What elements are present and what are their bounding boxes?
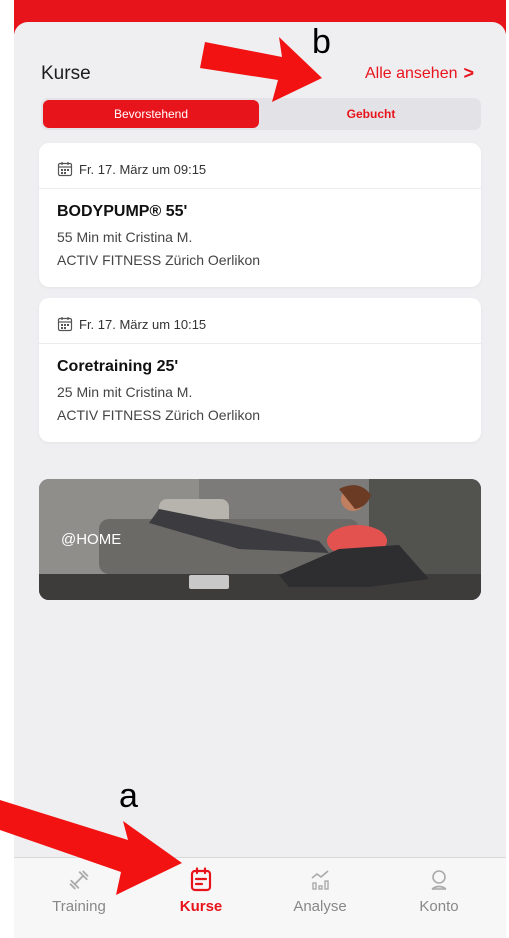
course-duration-trainer: 55 Min mit Cristina M. (57, 229, 193, 245)
see-all-link[interactable]: Alle ansehen > (365, 63, 474, 84)
course-card[interactable]: Fr. 17. März um 09:15 BODYPUMP® 55' 55 M… (39, 143, 481, 287)
course-location: ACTIV FITNESS Zürich Oerlikon (57, 407, 261, 423)
course-card[interactable]: Fr. 17. März um 10:15 Coretraining 25' 2… (39, 298, 481, 442)
section-title: Kurse (41, 63, 91, 84)
tab-label: Konto (419, 898, 459, 915)
course-date-row: Fr. 17. März um 10:15 (57, 316, 206, 332)
tab-bar: Training Kurse Analyse Konto (14, 857, 506, 938)
calendar-icon (57, 162, 73, 177)
course-date: Fr. 17. März um 09:15 (79, 161, 207, 177)
tab-konto[interactable]: Konto (389, 866, 489, 915)
tab-training[interactable]: Training (29, 866, 129, 915)
tab-analyse[interactable]: Analyse (270, 866, 370, 915)
segment-bevorstehend[interactable]: Bevorstehend (43, 100, 259, 128)
app-screen: Kurse Alle ansehen > Bevorstehend Gebuch… (14, 0, 506, 938)
divider (39, 188, 481, 189)
chevron-right-icon: > (463, 63, 474, 83)
course-location: ACTIV FITNESS Zürich Oerlikon (57, 252, 261, 268)
course-date: Fr. 17. März um 10:15 (79, 316, 207, 332)
annotation-letter-a: a (119, 777, 138, 815)
course-duration-trainer: 25 Min mit Cristina M. (57, 384, 193, 400)
calendar-icon (57, 317, 73, 332)
see-all-label: Alle ansehen (364, 64, 458, 82)
tab-kurse[interactable]: Kurse (151, 866, 251, 915)
calendar-icon (190, 867, 212, 892)
divider (39, 343, 481, 344)
home-banner[interactable]: @HOME (39, 479, 481, 600)
segmented-control: Bevorstehend Gebucht (41, 98, 481, 130)
chart-icon (311, 870, 329, 890)
course-title: Coretraining 25' (57, 358, 179, 375)
tab-label: Training (52, 898, 106, 915)
segment-gebucht[interactable]: Gebucht (263, 100, 479, 128)
dumbbell-icon (69, 870, 89, 890)
banner-label: @HOME (61, 531, 122, 548)
course-date-row: Fr. 17. März um 09:15 (57, 161, 206, 177)
tab-label: Analyse (293, 898, 347, 915)
course-title: BODYPUMP® 55' (57, 203, 188, 220)
tab-label: Kurse (179, 898, 223, 915)
annotation-letter-b: b (312, 23, 331, 61)
user-icon (431, 870, 447, 890)
